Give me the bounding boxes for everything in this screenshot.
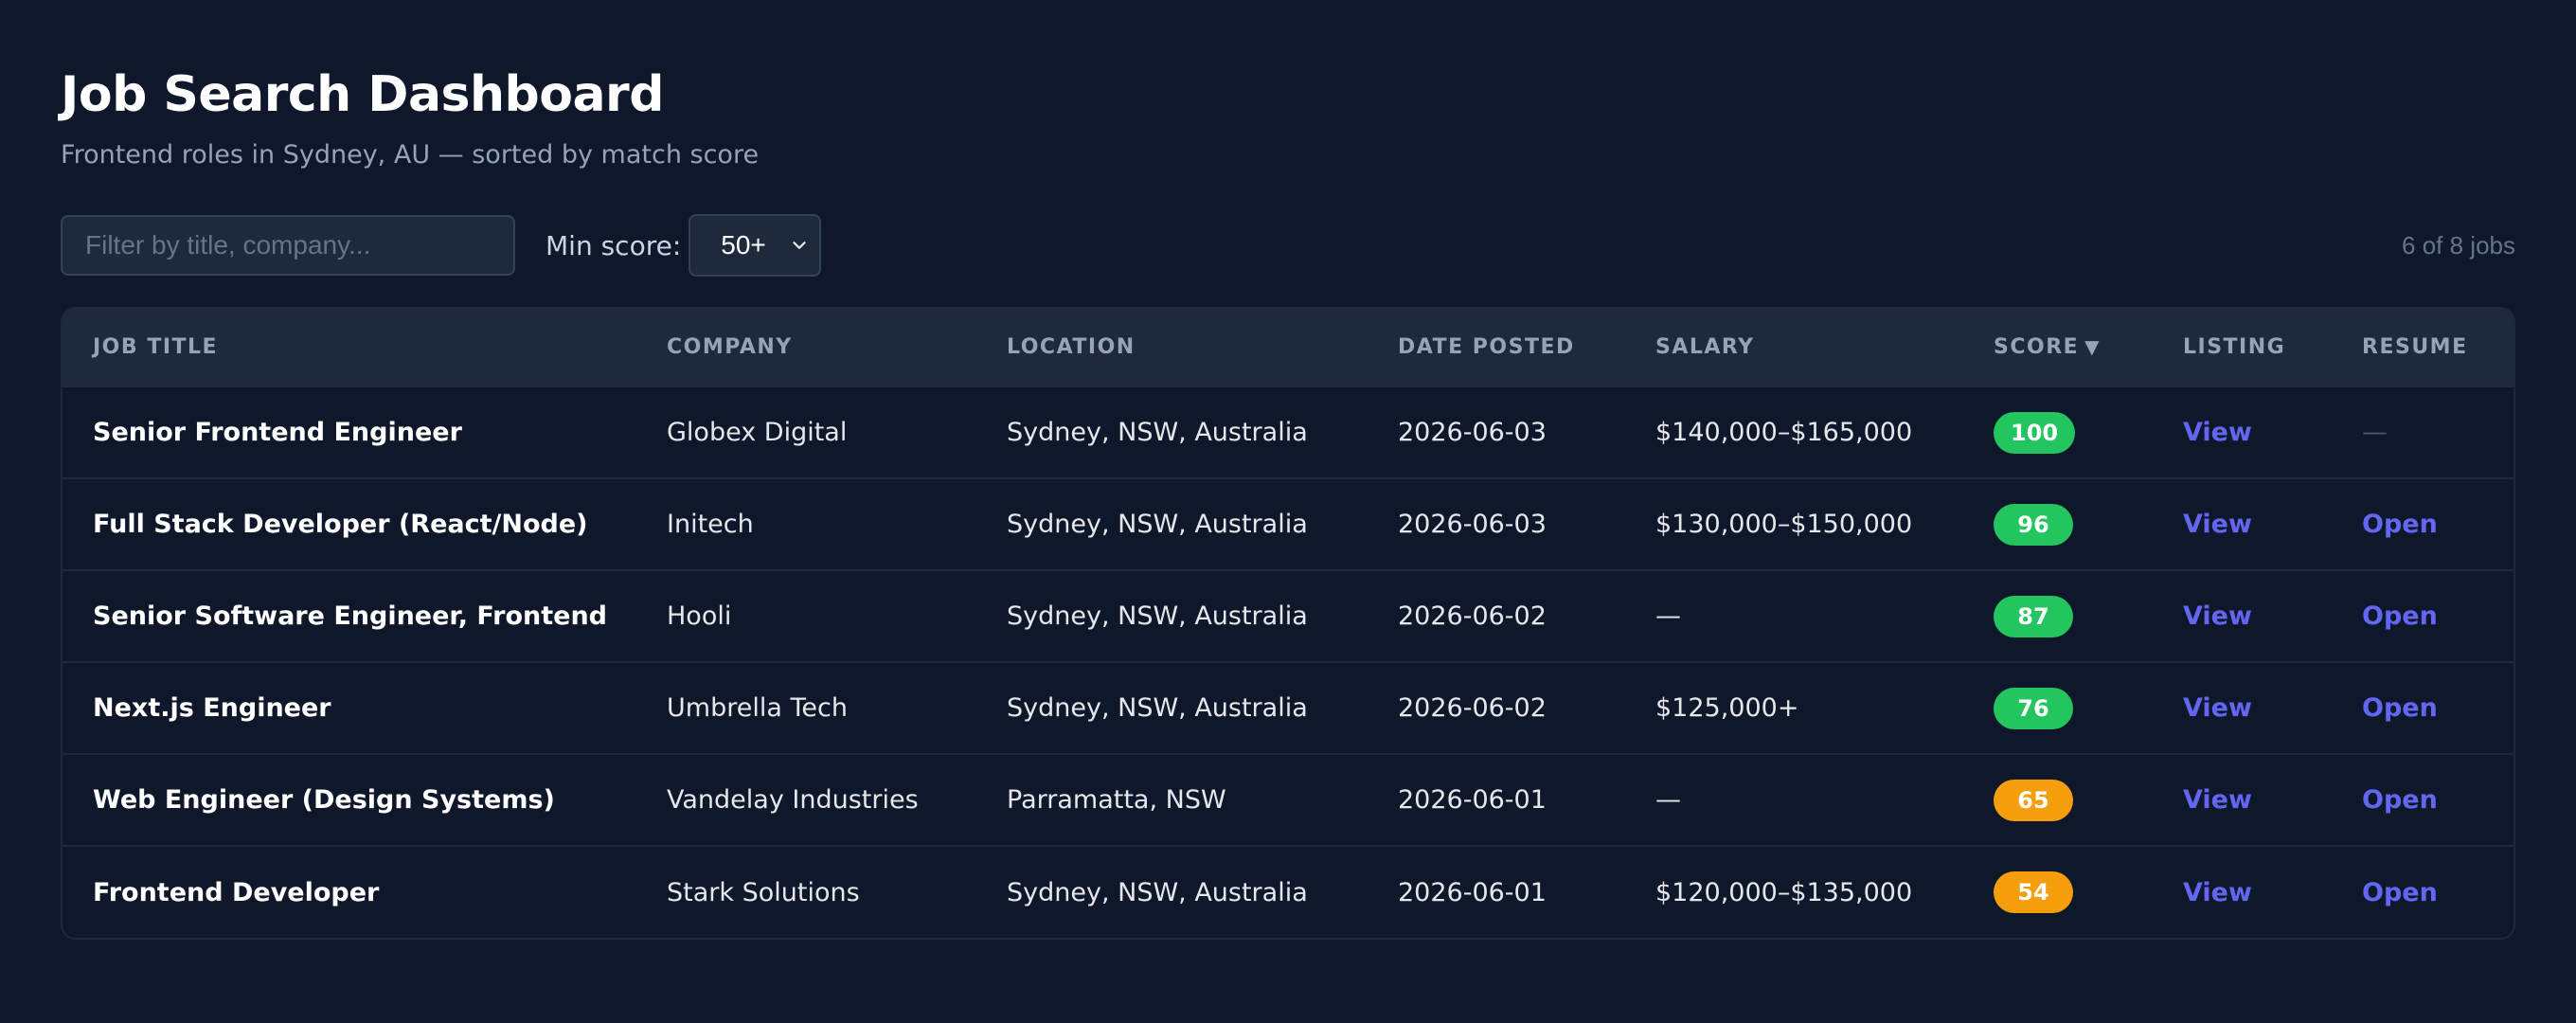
resume-cell: Open <box>2332 662 2513 754</box>
filter-controls: Min score: 50+ 6 of 8 jobs <box>61 214 2515 277</box>
jobs-table-card: Job Title Company Location Date Posted S… <box>61 307 2515 940</box>
location-cell: Sydney, NSW, Australia <box>1007 418 1308 447</box>
listing-cell: View <box>2153 570 2332 662</box>
salary-cell: $120,000–$135,000 <box>1655 877 1913 907</box>
resume-cell: Open <box>2332 754 2513 846</box>
table-row: Senior Frontend Engineer Globex Digital … <box>63 386 2513 478</box>
table-row: Senior Software Engineer, Frontend Hooli… <box>63 570 2513 662</box>
location-cell: Sydney, NSW, Australia <box>1007 877 1308 907</box>
sort-descending-icon: ▼ <box>2084 335 2102 358</box>
score-cell: 96 <box>1963 478 2153 570</box>
table-row: Full Stack Developer (React/Node) Initec… <box>63 478 2513 570</box>
salary-cell: $125,000+ <box>1655 693 1799 723</box>
column-header-listing: Listing <box>2183 335 2286 359</box>
filter-input[interactable] <box>61 215 515 276</box>
score-badge: 100 <box>1994 411 2076 454</box>
jobs-table: Job Title Company Location Date Posted S… <box>63 309 2513 938</box>
job-title-cell: Web Engineer (Design Systems) <box>93 785 555 815</box>
table-row: Frontend Developer Stark Solutions Sydne… <box>63 846 2513 938</box>
date-posted-cell: 2026-06-03 <box>1398 510 1547 539</box>
score-cell: 87 <box>1963 570 2153 662</box>
salary-cell: $140,000–$165,000 <box>1655 418 1913 447</box>
date-posted-cell: 2026-06-02 <box>1398 693 1547 723</box>
resume-unavailable: — <box>2362 418 2388 447</box>
view-listing-link[interactable]: View <box>2183 601 2252 631</box>
column-header-location[interactable]: Location <box>976 309 1368 386</box>
view-listing-link[interactable]: View <box>2183 878 2252 907</box>
listing-cell: View <box>2153 662 2332 754</box>
date-posted-cell: 2026-06-02 <box>1398 601 1547 631</box>
score-badge: 76 <box>1994 687 2073 729</box>
min-score-label: Min score: <box>546 229 682 261</box>
dashboard-page: Job Search Dashboard Frontend roles in S… <box>0 0 2576 1023</box>
table-row: Web Engineer (Design Systems) Vandelay I… <box>63 754 2513 846</box>
view-listing-link[interactable]: View <box>2183 785 2252 815</box>
company-cell: Initech <box>667 510 754 539</box>
open-resume-link[interactable]: Open <box>2362 510 2438 539</box>
open-resume-link[interactable]: Open <box>2362 785 2438 815</box>
min-score-value: 50+ <box>721 230 766 260</box>
listing-cell: View <box>2153 386 2332 478</box>
company-cell: Hooli <box>667 601 732 631</box>
date-posted-cell: 2026-06-03 <box>1398 418 1547 447</box>
score-badge: 54 <box>1994 871 2073 913</box>
page-title: Job Search Dashboard <box>61 66 664 123</box>
score-badge: 87 <box>1994 595 2073 637</box>
chevron-down-icon <box>793 242 806 249</box>
listing-cell: View <box>2153 478 2332 570</box>
score-cell: 76 <box>1963 662 2153 754</box>
column-header-job-title[interactable]: Job Title <box>63 309 636 386</box>
listing-cell: View <box>2153 754 2332 846</box>
location-cell: Sydney, NSW, Australia <box>1007 601 1308 631</box>
job-title-cell: Next.js Engineer <box>93 693 331 723</box>
company-cell: Vandelay Industries <box>667 785 919 815</box>
salary-cell: $130,000–$150,000 <box>1655 510 1913 539</box>
resume-cell: Open <box>2332 478 2513 570</box>
column-header-score-label: Score <box>1994 335 2080 359</box>
score-cell: 54 <box>1963 846 2153 938</box>
listing-cell: View <box>2153 846 2332 938</box>
date-posted-cell: 2026-06-01 <box>1398 877 1547 907</box>
column-header-resume: Resume <box>2362 335 2468 359</box>
open-resume-link[interactable]: Open <box>2362 878 2438 907</box>
view-listing-link[interactable]: View <box>2183 510 2252 539</box>
salary-cell: — <box>1655 601 1681 631</box>
view-listing-link[interactable]: View <box>2183 693 2252 723</box>
column-header-date-posted[interactable]: Date Posted <box>1368 309 1625 386</box>
date-posted-cell: 2026-06-01 <box>1398 785 1547 815</box>
company-cell: Globex Digital <box>667 418 848 447</box>
job-title-cell: Frontend Developer <box>93 877 380 907</box>
resume-cell: — <box>2332 386 2513 478</box>
location-cell: Sydney, NSW, Australia <box>1007 693 1308 723</box>
job-count: 6 of 8 jobs <box>2402 230 2515 260</box>
score-badge: 96 <box>1994 503 2073 546</box>
job-title-cell: Senior Software Engineer, Frontend <box>93 601 608 631</box>
company-cell: Stark Solutions <box>667 877 860 907</box>
open-resume-link[interactable]: Open <box>2362 693 2438 723</box>
table-row: Next.js Engineer Umbrella Tech Sydney, N… <box>63 662 2513 754</box>
salary-cell: — <box>1655 785 1681 815</box>
table-header-row: Job Title Company Location Date Posted S… <box>63 309 2513 386</box>
column-header-company[interactable]: Company <box>636 309 976 386</box>
score-badge: 65 <box>1994 779 2073 821</box>
job-title-cell: Senior Frontend Engineer <box>93 418 462 447</box>
column-header-score[interactable]: Score ▼ <box>1963 309 2153 386</box>
min-score-select[interactable]: 50+ <box>689 214 822 277</box>
score-cell: 65 <box>1963 754 2153 846</box>
column-header-salary[interactable]: Salary <box>1625 309 1963 386</box>
company-cell: Umbrella Tech <box>667 693 848 723</box>
location-cell: Parramatta, NSW <box>1007 785 1226 815</box>
resume-cell: Open <box>2332 846 2513 938</box>
page-subtitle: Frontend roles in Sydney, AU — sorted by… <box>61 140 760 170</box>
view-listing-link[interactable]: View <box>2183 418 2252 447</box>
open-resume-link[interactable]: Open <box>2362 601 2438 631</box>
job-title-cell: Full Stack Developer (React/Node) <box>93 510 588 539</box>
location-cell: Sydney, NSW, Australia <box>1007 510 1308 539</box>
resume-cell: Open <box>2332 570 2513 662</box>
score-cell: 100 <box>1963 386 2153 478</box>
